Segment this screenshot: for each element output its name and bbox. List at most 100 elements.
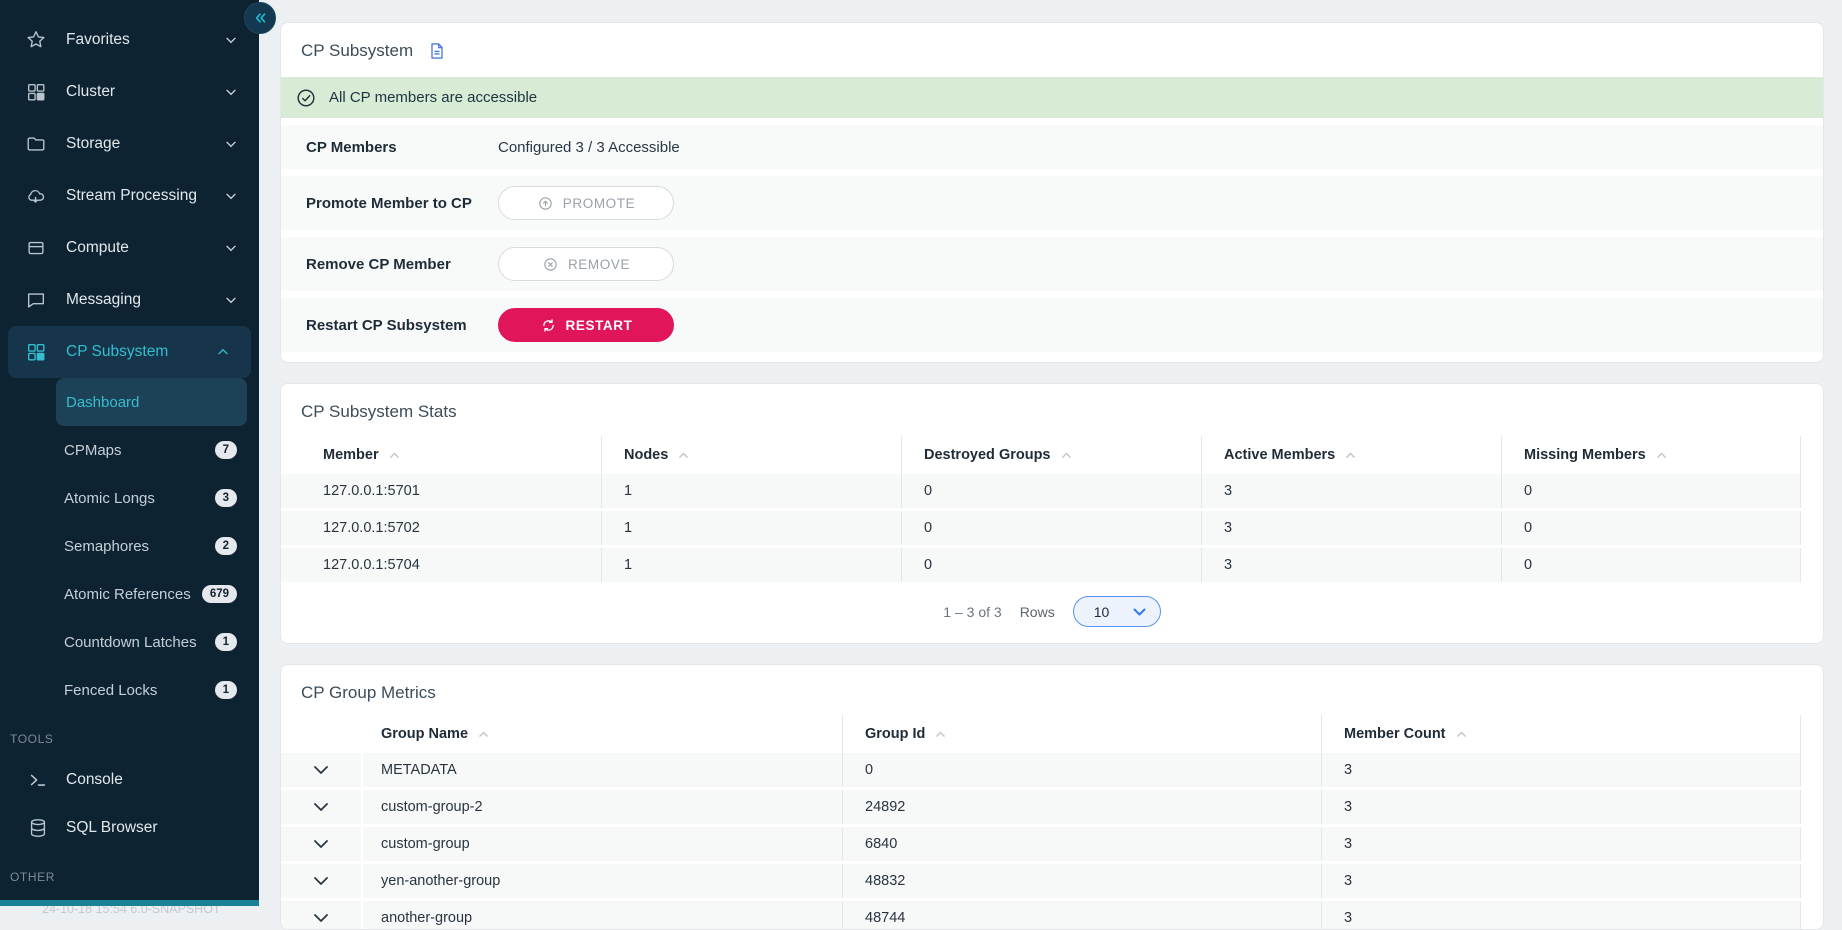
table-row: custom-group 6840 3: [281, 827, 1823, 861]
sidebar-item-storage[interactable]: Storage: [0, 118, 259, 170]
cell-member: 127.0.0.1:5704: [281, 548, 601, 582]
table-row: yen-another-group 48832 3: [281, 864, 1823, 898]
sort-caret-icon: [935, 731, 946, 738]
sidebar-subitem-label: Semaphores: [64, 538, 149, 555]
compute-box-icon: [24, 236, 48, 260]
cp-subsystem-stats-card: CP Subsystem Stats Member Nodes Destroye…: [280, 383, 1824, 644]
double-chevron-left-icon: [251, 9, 269, 27]
chevron-down-icon: [223, 292, 239, 308]
remove-button[interactable]: REMOVE: [498, 247, 674, 281]
rows-per-page-select[interactable]: 10: [1073, 596, 1161, 627]
cell-member-count: 3: [1321, 790, 1801, 824]
cp-members-row: CP Members Configured 3 / 3 Accessible: [281, 125, 1823, 169]
column-header-missing-members[interactable]: Missing Members: [1501, 436, 1801, 474]
column-header-member[interactable]: Member: [281, 436, 601, 474]
cell-nodes: 1: [601, 548, 901, 582]
sidebar-item-favorites[interactable]: Favorites: [0, 14, 259, 66]
chevron-up-icon: [215, 344, 231, 360]
column-header-nodes[interactable]: Nodes: [601, 436, 901, 474]
cell-missing-members: 0: [1501, 474, 1801, 508]
column-header-label: Member: [323, 447, 379, 463]
cell-group-id: 24892: [842, 790, 1321, 824]
star-icon: [24, 28, 48, 52]
cloud-stream-icon: [24, 184, 48, 208]
rows-per-page-value: 10: [1094, 604, 1125, 620]
column-header-label: Destroyed Groups: [924, 447, 1051, 463]
page-range-label: 1 – 3 of 3: [943, 604, 1001, 620]
x-circle-icon: [542, 256, 559, 273]
cell-group-name: custom-group-2: [363, 790, 842, 824]
remove-button-label: REMOVE: [568, 257, 630, 272]
table-row: METADATA 0 3: [281, 753, 1823, 787]
sidebar-item-stream-processing[interactable]: Stream Processing: [0, 170, 259, 222]
sidebar-item-messaging[interactable]: Messaging: [0, 274, 259, 326]
row-label: Promote Member to CP: [281, 195, 498, 212]
cell-member: 127.0.0.1:5702: [281, 511, 601, 545]
column-header-group-id[interactable]: Group Id: [842, 715, 1321, 753]
column-header-active-members[interactable]: Active Members: [1201, 436, 1501, 474]
sort-caret-icon: [478, 731, 489, 738]
sidebar-nav-list: Favorites Cluster Storage: [0, 0, 259, 916]
promote-button[interactable]: PROMOTE: [498, 186, 674, 220]
sidebar-item-compute[interactable]: Compute: [0, 222, 259, 274]
sidebar-item-cluster[interactable]: Cluster: [0, 66, 259, 118]
row-expander-button[interactable]: [281, 901, 361, 930]
sidebar-item-label: Favorites: [66, 31, 130, 49]
count-badge: 679: [202, 585, 237, 603]
cell-member-count: 3: [1321, 827, 1801, 861]
chevron-down-icon: [314, 877, 328, 886]
sidebar-item-atomic-longs[interactable]: Atomic Longs 3: [0, 474, 259, 522]
chevron-down-icon: [223, 240, 239, 256]
sidebar-subitem-label: Countdown Latches: [64, 634, 197, 651]
sidebar-item-label: SQL Browser: [66, 819, 158, 837]
sort-caret-icon: [1656, 452, 1667, 459]
pagination: 1 – 3 of 3 Rows 10: [281, 596, 1823, 627]
sidebar-item-cpmaps[interactable]: CPMaps 7: [0, 426, 259, 474]
cluster-grid-icon: [24, 80, 48, 104]
chevron-down-icon: [314, 766, 328, 775]
sidebar-item-console[interactable]: Console: [0, 756, 259, 804]
cell-group-id: 48744: [842, 901, 1321, 930]
row-expander-button[interactable]: [281, 790, 361, 824]
stats-table-header: Member Nodes Destroyed Groups Active Mem…: [281, 436, 1823, 474]
cp-members-value: Configured 3 / 3 Accessible: [498, 139, 680, 156]
row-expander-button[interactable]: [281, 753, 361, 787]
cell-group-id: 6840: [842, 827, 1321, 861]
row-label: Remove CP Member: [281, 256, 498, 273]
expander-column-header: [281, 715, 361, 753]
chevron-down-icon: [1133, 608, 1146, 616]
sidebar-subitem-label: Dashboard: [66, 394, 139, 411]
sidebar-item-dashboard[interactable]: Dashboard: [56, 378, 247, 426]
sidebar-item-fenced-locks[interactable]: Fenced Locks 1: [0, 666, 259, 714]
check-circle-icon: [295, 87, 317, 109]
sidebar-item-label: Messaging: [66, 291, 141, 309]
cell-member-count: 3: [1321, 901, 1801, 930]
column-header-destroyed-groups[interactable]: Destroyed Groups: [901, 436, 1201, 474]
documentation-icon[interactable]: [427, 41, 447, 61]
remove-member-row: Remove CP Member REMOVE: [281, 237, 1823, 291]
sidebar-item-cp-subsystem[interactable]: CP Subsystem: [8, 326, 251, 378]
chevron-down-icon: [314, 803, 328, 812]
sidebar-bottom-accent: [0, 900, 259, 906]
column-header-label: Missing Members: [1524, 447, 1646, 463]
sidebar-item-semaphores[interactable]: Semaphores 2: [0, 522, 259, 570]
sidebar-item-atomic-references[interactable]: Atomic References 679: [0, 570, 259, 618]
other-section-header: OTHER: [0, 852, 259, 894]
chevron-down-icon: [314, 840, 328, 849]
sidebar-item-sql-browser[interactable]: SQL Browser: [0, 804, 259, 852]
row-expander-button[interactable]: [281, 864, 361, 898]
table-row: 127.0.0.1:5702 1 0 3 0: [281, 511, 1823, 545]
restart-button[interactable]: RESTART: [498, 308, 674, 342]
column-header-member-count[interactable]: Member Count: [1321, 715, 1801, 753]
sidebar-collapse-button[interactable]: [244, 2, 276, 34]
tools-section-header: TOOLS: [0, 714, 259, 756]
chevron-down-icon: [314, 914, 328, 923]
column-header-label: Active Members: [1224, 447, 1335, 463]
status-banner: All CP members are accessible: [281, 77, 1823, 118]
cell-member-count: 3: [1321, 864, 1801, 898]
row-expander-button[interactable]: [281, 827, 361, 861]
sidebar-item-countdown-latches[interactable]: Countdown Latches 1: [0, 618, 259, 666]
column-header-label: Member Count: [1344, 726, 1446, 742]
cell-member: 127.0.0.1:5701: [281, 474, 601, 508]
column-header-group-name[interactable]: Group Name: [363, 715, 842, 753]
